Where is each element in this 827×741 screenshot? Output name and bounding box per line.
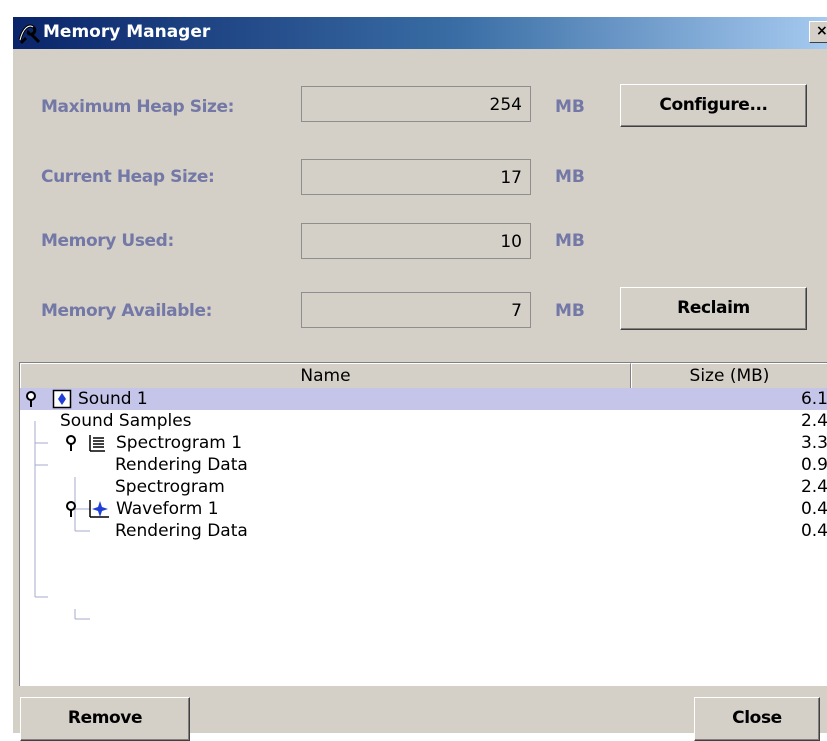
row-size: 0.4 xyxy=(800,499,827,519)
table-row[interactable]: Sound Samples 2.4 xyxy=(20,410,827,432)
memory-available-unit: MB xyxy=(555,301,585,321)
table-row[interactable]: Rendering Data 0.9 xyxy=(20,454,827,476)
title-bar[interactable]: Memory Manager × xyxy=(13,17,827,49)
row-size: 0.4 xyxy=(800,521,827,541)
memory-tree-table[interactable]: Name Size (MB) Sound 1 6.1 Sound Samples… xyxy=(19,362,827,686)
waveform-icon xyxy=(89,500,109,518)
expand-handle-icon[interactable] xyxy=(64,434,78,452)
memory-used-value: 10 xyxy=(500,232,522,252)
memory-used-label: Memory Used: xyxy=(41,231,174,251)
row-size: 2.4 xyxy=(800,477,827,497)
memory-available-value: 7 xyxy=(511,301,522,321)
close-button[interactable]: Close xyxy=(694,697,820,741)
row-size: 2.4 xyxy=(800,411,827,431)
memory-used-field: 10 xyxy=(301,223,531,259)
row-size: 3.3 xyxy=(800,433,827,453)
row-name: Waveform 1 xyxy=(116,499,219,519)
current-heap-field: 17 xyxy=(301,159,531,195)
row-name: Sound 1 xyxy=(78,389,148,409)
memory-available-field: 7 xyxy=(301,292,531,328)
spectrogram-icon xyxy=(89,435,105,452)
row-size: 6.1 xyxy=(800,389,827,409)
row-name: Spectrogram xyxy=(115,477,225,497)
app-icon xyxy=(18,24,41,45)
table-row[interactable]: Sound 1 6.1 xyxy=(20,388,827,410)
window-title: Memory Manager xyxy=(43,22,211,42)
memory-manager-window: Memory Manager × Maximum Heap Size: 254 … xyxy=(13,17,827,741)
row-name: Rendering Data xyxy=(115,455,248,475)
max-heap-label: Maximum Heap Size: xyxy=(41,97,235,117)
row-name: Spectrogram 1 xyxy=(116,433,243,453)
max-heap-value: 254 xyxy=(489,95,522,115)
current-heap-value: 17 xyxy=(500,168,522,188)
row-size: 0.9 xyxy=(800,455,827,475)
row-name: Sound Samples xyxy=(60,411,192,431)
table-row[interactable]: Spectrogram 1 3.3 xyxy=(20,432,827,454)
max-heap-field: 254 xyxy=(301,86,531,122)
reclaim-button[interactable]: Reclaim xyxy=(620,287,807,330)
column-header-size[interactable]: Size (MB) xyxy=(631,363,827,389)
current-heap-label: Current Heap Size: xyxy=(41,167,215,187)
max-heap-unit: MB xyxy=(555,97,585,117)
configure-button[interactable]: Configure... xyxy=(620,84,807,127)
current-heap-unit: MB xyxy=(555,167,585,187)
remove-button[interactable]: Remove xyxy=(20,697,190,741)
expand-handle-icon[interactable] xyxy=(24,390,38,408)
memory-used-unit: MB xyxy=(555,231,585,251)
row-name: Rendering Data xyxy=(115,521,248,541)
close-window-button[interactable]: × xyxy=(809,21,827,43)
table-row[interactable]: Rendering Data 0.4 xyxy=(20,520,827,542)
table-row[interactable]: Spectrogram 2.4 xyxy=(20,476,827,498)
sound-icon xyxy=(52,389,72,409)
table-row[interactable]: Waveform 1 0.4 xyxy=(20,498,827,520)
memory-available-label: Memory Available: xyxy=(41,301,212,321)
expand-handle-icon[interactable] xyxy=(64,500,78,518)
